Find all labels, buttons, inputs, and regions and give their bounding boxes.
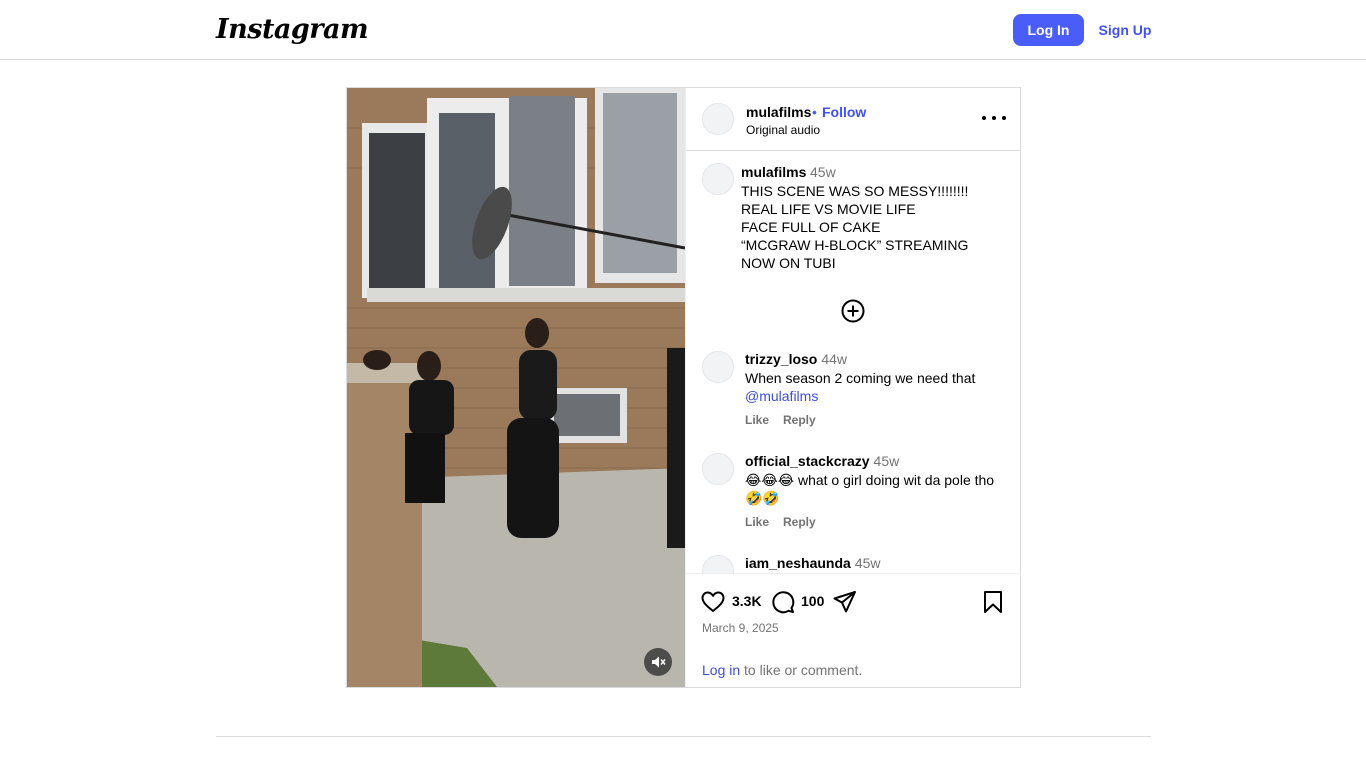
comment-timestamp: 45w xyxy=(854,555,881,571)
mention-link[interactable]: @mulafilms xyxy=(745,388,818,404)
author-username[interactable]: mulafilms xyxy=(746,104,811,120)
footer-divider xyxy=(216,736,1151,737)
post-date: March 9, 2025 xyxy=(702,621,779,635)
video-frame-image xyxy=(347,88,685,687)
commenter-avatar[interactable] xyxy=(702,555,734,573)
instagram-logo[interactable]: Instagram xyxy=(216,14,369,45)
comment-bubble-icon[interactable] xyxy=(770,589,796,615)
comment-text: When season 2 coming we need that @mulaf… xyxy=(745,370,976,404)
audio-label[interactable]: Original audio xyxy=(746,123,820,137)
comment-actions: Like Reply xyxy=(745,413,830,427)
reply-button[interactable]: Reply xyxy=(783,515,816,529)
post-card: mulafilms • Follow Original audio mulafi… xyxy=(346,87,1021,688)
paper-plane-icon[interactable] xyxy=(832,589,858,615)
commenter-avatar[interactable] xyxy=(702,453,734,485)
like-comment-button[interactable]: Like xyxy=(745,515,769,529)
heart-icon[interactable] xyxy=(700,589,726,615)
more-options-icon[interactable] xyxy=(982,110,1006,126)
reply-button[interactable]: Reply xyxy=(783,413,816,427)
caption-username[interactable]: mulafilms xyxy=(741,164,806,180)
mute-toggle-button[interactable] xyxy=(644,648,672,676)
author-avatar[interactable] xyxy=(702,103,734,135)
separator-dot: • xyxy=(812,104,817,120)
top-navigation-bar: Instagram Log In Sign Up xyxy=(0,0,1366,60)
comments-list[interactable]: mulafilms 45w THIS SCENE WAS SO MESSY!!!… xyxy=(686,152,1021,573)
caption-timestamp: 45w xyxy=(810,164,836,180)
post-video[interactable] xyxy=(347,88,685,687)
post-side-panel: mulafilms • Follow Original audio mulafi… xyxy=(685,88,1021,687)
plus-circle-icon[interactable] xyxy=(840,298,866,324)
comment-text: 😂😂😂 what o girl doing wit da pole tho 🤣🤣 xyxy=(745,472,995,506)
comment-count: 100 xyxy=(801,593,825,609)
comment-timestamp: 44w xyxy=(821,351,848,367)
bookmark-icon[interactable] xyxy=(980,589,1006,615)
caption-text: THIS SCENE WAS SO MESSY!!!!!!!! REAL LIF… xyxy=(741,183,969,271)
login-button[interactable]: Log In xyxy=(1013,14,1084,46)
commenter-username[interactable]: trizzy_loso 44w xyxy=(745,351,847,367)
post-actions-bar: 3.3K 100 March 9, 2025 Log in to like or… xyxy=(686,573,1021,687)
login-prompt: Log in to like or comment. xyxy=(702,662,863,678)
like-comment-button[interactable]: Like xyxy=(745,413,769,427)
comment-timestamp: 45w xyxy=(873,453,900,469)
speaker-muted-icon xyxy=(652,656,666,668)
login-link[interactable]: Log in xyxy=(702,662,740,678)
like-count: 3.3K xyxy=(732,593,762,609)
comment-actions: Like Reply xyxy=(745,515,830,529)
signup-button[interactable]: Sign Up xyxy=(1092,14,1158,46)
caption-avatar[interactable] xyxy=(702,163,734,195)
post-header: mulafilms • Follow Original audio xyxy=(686,88,1021,151)
commenter-avatar[interactable] xyxy=(702,351,734,383)
commenter-username[interactable]: iam_neshaunda 45w xyxy=(745,555,881,571)
commenter-username[interactable]: official_stackcrazy 45w xyxy=(745,453,899,469)
follow-button[interactable]: Follow xyxy=(822,104,866,120)
